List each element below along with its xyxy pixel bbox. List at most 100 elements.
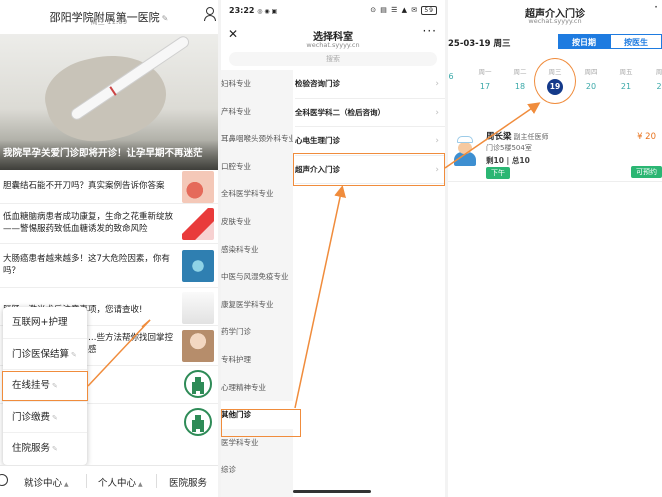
highlight-box (2, 371, 88, 401)
day-weekday: 周 (655, 68, 662, 76)
doctor-quota: 剩10 | 总10 (486, 156, 530, 165)
clinic-item[interactable]: 检验咨询门诊 › (295, 70, 445, 99)
chevron-right-icon: › (435, 107, 439, 118)
page-header: ✕ 选择科室 wechat.syyyy.cn ··· (221, 22, 445, 49)
menu-item-outpatient-payment[interactable]: 门诊缴费 ✎ (3, 402, 87, 434)
home-indicator (293, 490, 371, 493)
clinic-list: 检验咨询门诊 › 全科医学科二（检后咨询） › 心电生理门诊 › 超声介入门诊 › (295, 70, 445, 497)
clinic-label: 心电生理门诊 (295, 136, 340, 145)
doctor-card[interactable]: 周长梁 副主任医师 门诊5楼504室 剩10 | 总10 下午 ¥ 20 可预约 (448, 124, 662, 182)
triangle-icon: ▲ (64, 481, 69, 488)
department-item[interactable]: 口腔专业 (221, 153, 293, 181)
day-item[interactable]: 周二 18 (505, 66, 535, 91)
news-thumbnail (182, 250, 214, 282)
menu-item-inpatient-service[interactable]: 住院服务 ✎ (3, 433, 87, 465)
bottom-navigation: 就诊中心 ▲ 个人中心 ▲ 医院服务 (0, 465, 218, 497)
news-item[interactable]: 低血糖脑病患者成功康复，生命之花重新绽放——警惕服药致低血糖诱发的致命风险 (0, 204, 218, 244)
day-item[interactable]: 周2 (644, 66, 662, 91)
tab-personal-center[interactable]: 个人中心 ▲ (98, 475, 143, 489)
tab-divider (156, 474, 157, 488)
day-item[interactable]: 周四 20 (576, 66, 606, 91)
promo-banner[interactable]: 我院早孕关爱门诊即将开诊！让孕早期不再迷茫 (0, 34, 218, 170)
day-weekday: 周五 (619, 68, 633, 76)
highlight-ellipse (534, 58, 576, 104)
page-header: 超声介入门诊 wechat.syyyy.cn · (448, 0, 662, 26)
day-number: 21 (620, 82, 632, 91)
battery-icon: 59 (421, 6, 437, 15)
search-input[interactable]: 搜索 (229, 52, 437, 66)
edit-icon: ✎ (71, 350, 77, 359)
banner-caption: 我院早孕关爱门诊即将开诊！让孕早期不再迷茫 (3, 148, 203, 159)
department-item[interactable]: 耳鼻咽喉头颈外科专业 (221, 125, 293, 153)
news-item[interactable]: 胆囊结石能不开刀吗？真实案例告诉你答案 (0, 170, 218, 204)
day-item[interactable]: 6 (448, 66, 466, 81)
menu-item-label: 门诊医保结算 (12, 348, 70, 360)
menu-item-internet-nursing[interactable]: 互联网+护理 (3, 307, 87, 339)
tab-visit-center[interactable]: 就诊中心 ▲ (24, 475, 69, 489)
status-time: 23:22 (229, 6, 255, 15)
department-item[interactable]: 专科护理 (221, 346, 293, 374)
news-item[interactable]: 大肠癌患者越来越多！这7大危险因素，你有吗？ (0, 244, 218, 288)
more-icon[interactable]: ··· (423, 24, 437, 38)
doctor-room: 门诊5楼504室 (486, 144, 532, 152)
edit-icon: ✎ (52, 413, 58, 422)
day-number: 20 (585, 82, 597, 91)
tab-divider (86, 474, 87, 488)
tab-label: 医院服务 (169, 478, 208, 489)
day-weekday: 周二 (513, 68, 527, 76)
highlight-box (221, 409, 301, 437)
registration-fee: ¥ 20 (637, 132, 656, 142)
tab-by-date[interactable]: 按日期 (558, 34, 610, 49)
department-item[interactable]: 妇科专业 (221, 70, 293, 98)
day-item[interactable]: 周一 17 (470, 66, 500, 91)
menu-item-outpatient-insurance[interactable]: 门诊医保结算 ✎ (3, 339, 87, 371)
department-item[interactable]: 康复医学科专业 (221, 291, 293, 319)
department-item[interactable]: 中医与风湿免疫专业 (221, 263, 293, 291)
page-url: wechat.syyyy.cn (306, 41, 360, 49)
doctor-avatar (452, 136, 478, 166)
department-item[interactable]: 心理精神专业 (221, 374, 293, 402)
department-item[interactable]: 感染科专业 (221, 236, 293, 264)
highlight-box (293, 153, 445, 186)
doctor-schedule-screen: 超声介入门诊 wechat.syyyy.cn · 25-03-19 周三 按日期… (448, 0, 662, 497)
date-bar: 25-03-19 周三 按日期 按医生 (448, 34, 662, 50)
more-icon[interactable]: · (654, 0, 658, 14)
avatar-body (454, 152, 476, 166)
hospital-emblem-icon (184, 370, 212, 398)
news-title: 胆囊结石能不开刀吗？真实案例告诉你答案 (3, 181, 165, 191)
department-item[interactable]: 全科医学科专业 (221, 180, 293, 208)
department-item[interactable]: 产科专业 (221, 98, 293, 126)
hospital-home-screen: 邵阳学院附属第一医院 ✎ 周三 11:09 我院早孕关爱门诊即将开诊！让孕早期不再… (0, 0, 218, 497)
tab-hospital-service[interactable]: 医院服务 (169, 475, 207, 489)
department-item[interactable]: 皮肤专业 (221, 208, 293, 236)
day-number: 17 (479, 82, 491, 91)
chevron-right-icon: › (435, 79, 439, 89)
day-weekday: 周一 (478, 68, 492, 76)
department-item[interactable]: 综诊 (221, 456, 293, 484)
clinic-item[interactable]: 心电生理门诊 › (295, 127, 445, 156)
menu-item-label: 住院服务 (12, 443, 51, 455)
bookable-badge[interactable]: 可预约 (631, 166, 662, 178)
clinic-label: 全科医学科二（检后咨询） (295, 107, 385, 117)
news-thumbnail (182, 208, 214, 240)
edit-icon: ✎ (52, 445, 58, 454)
day-number: 6 (448, 72, 454, 81)
clinic-item[interactable]: 全科医学科二（检后咨询） › (295, 99, 445, 127)
menu-item-label: 门诊缴费 (12, 411, 51, 423)
tab-label: 个人中心 (98, 478, 137, 489)
menu-item-label: 互联网+护理 (12, 317, 68, 328)
triangle-icon: ▲ (138, 481, 143, 488)
current-time: 周三 11:09 (90, 18, 128, 26)
news-thumbnail (182, 292, 214, 324)
status-icons: ⊙ ▤ ☰ ▲ ✉ 59 (370, 6, 437, 15)
circle-icon[interactable] (0, 474, 8, 486)
user-icon[interactable] (203, 7, 216, 21)
news-title: 低血糖脑病患者成功康复，生命之花重新绽放——警惕服药致低血糖诱发的致命风险 (3, 212, 174, 234)
hospital-emblem-icon (184, 408, 212, 436)
department-item[interactable]: 药学门诊 (221, 318, 293, 346)
day-item[interactable]: 周五 21 (611, 66, 641, 91)
news-title: …些方法帮你找回掌控感 (88, 333, 174, 355)
news-title: 大肠癌患者越来越多！这7大危险因素，你有吗？ (3, 254, 170, 276)
tab-by-doctor[interactable]: 按医生 (610, 34, 662, 49)
status-bar: 23:22 ◎ ◉ ▣ ⊙ ▤ ☰ ▲ ✉ 59 (221, 0, 445, 22)
